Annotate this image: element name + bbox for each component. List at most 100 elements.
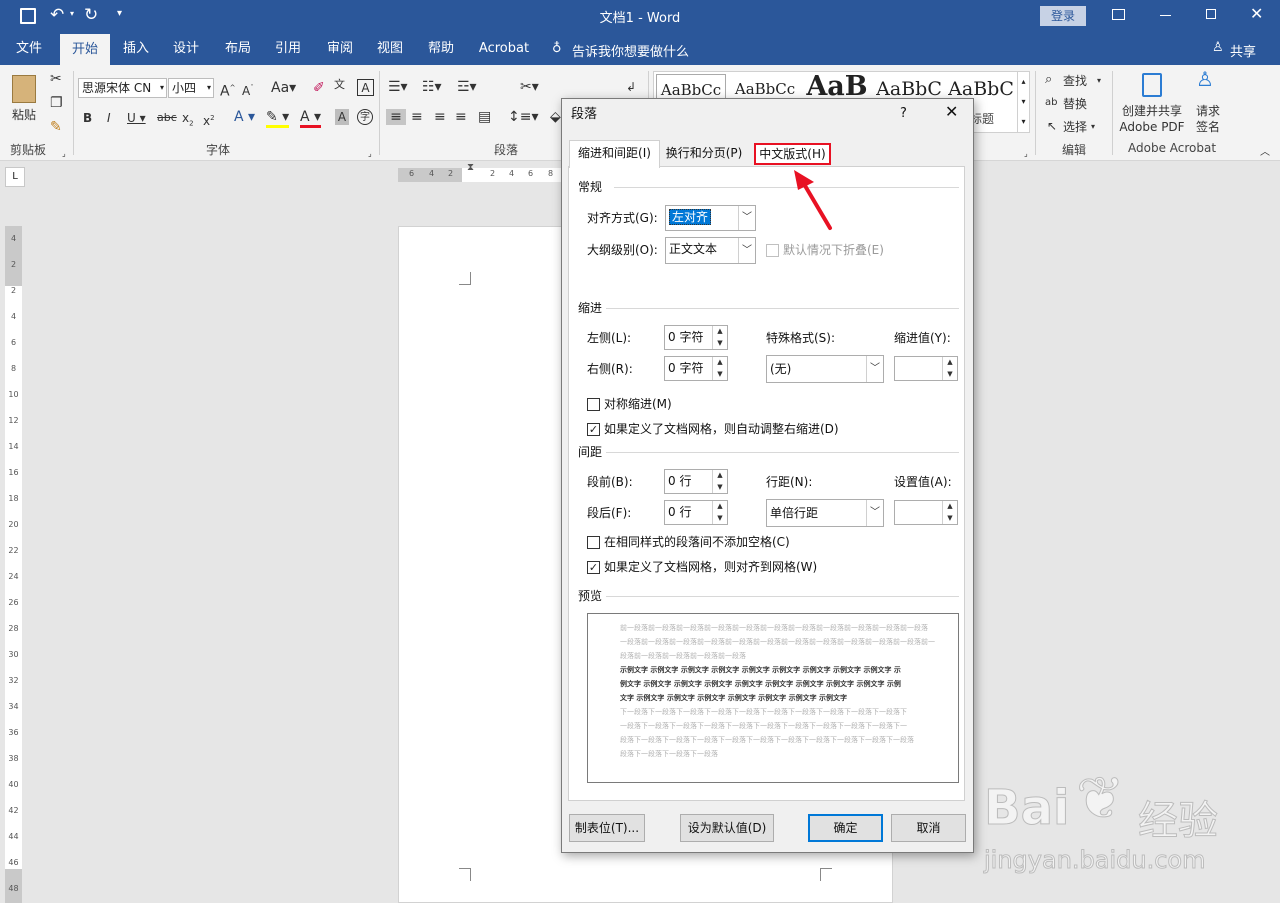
undo-icon[interactable]: ↶ xyxy=(50,5,64,25)
tab-file[interactable]: 文件 xyxy=(6,33,52,65)
indent-by-spinner[interactable]: ▲ ▼ xyxy=(942,357,957,380)
tab-design[interactable]: 设计 xyxy=(164,33,208,65)
italic-icon[interactable]: I xyxy=(107,110,111,126)
help-button[interactable]: ? xyxy=(900,106,907,122)
clear-formatting-icon[interactable]: ✐ xyxy=(313,80,325,96)
bullets-icon[interactable]: ☰▾ xyxy=(388,79,408,95)
cancel-button[interactable]: 取消 xyxy=(891,814,966,842)
sort-icon[interactable]: ↲ xyxy=(626,79,636,95)
tab-help[interactable]: 帮助 xyxy=(418,33,464,65)
collapse-ribbon-icon[interactable]: ︿ xyxy=(1260,145,1270,161)
right-indent-spinner[interactable]: ▲ ▼ xyxy=(712,357,727,380)
select-button[interactable]: 选择 xyxy=(1063,119,1087,135)
clipboard-launcher-icon[interactable]: ⌟ xyxy=(62,146,66,162)
spacing-before-input[interactable]: 0 行 ▲ ▼ xyxy=(664,469,728,494)
indent-marker-icon[interactable]: ⧗ xyxy=(467,162,474,173)
superscript-icon[interactable]: x2 xyxy=(203,110,215,129)
customize-toolbar-icon[interactable]: ▾ xyxy=(117,8,122,19)
bold-icon[interactable]: B xyxy=(83,110,92,126)
replace-icon[interactable]: ab xyxy=(1045,95,1057,111)
spacing-after-input[interactable]: 0 行 ▲ ▼ xyxy=(664,500,728,525)
special-indent-select[interactable]: (无) ﹀ xyxy=(766,355,884,383)
tab-insert[interactable]: 插入 xyxy=(114,33,158,65)
undo-dropdown-icon[interactable]: ▾ xyxy=(70,9,74,18)
find-icon[interactable]: ⌕ xyxy=(1045,72,1052,88)
styles-scroll[interactable]: ▴ ▾ ▾ xyxy=(1017,71,1030,133)
tab-acrobat[interactable]: Acrobat xyxy=(474,33,534,65)
tab-home[interactable]: 开始 xyxy=(60,34,110,65)
find-dropdown-icon[interactable]: ▾ xyxy=(1097,73,1101,89)
right-indent-input[interactable]: 0 字符 ▲ ▼ xyxy=(664,356,728,381)
tabs-button[interactable]: 制表位(T)... xyxy=(569,814,645,842)
tab-layout[interactable]: 布局 xyxy=(216,33,260,65)
no-space-checkbox[interactable] xyxy=(587,536,600,549)
phonetic-guide-icon[interactable]: 文 xyxy=(334,77,345,93)
close-icon[interactable]: ✕ xyxy=(1250,4,1263,23)
paste-icon[interactable] xyxy=(12,75,36,103)
font-size-box[interactable]: 小四 ▾ xyxy=(168,78,214,98)
ribbon-display-options-icon[interactable] xyxy=(1112,9,1125,20)
collapse-checkbox[interactable] xyxy=(766,244,779,257)
change-case-icon[interactable]: Aa▾ xyxy=(271,80,296,96)
tell-me-search[interactable]: 告诉我你想要做什么 xyxy=(572,41,689,60)
enclose-characters-icon[interactable]: 字 xyxy=(357,109,373,125)
create-pdf-button[interactable]: 创建并共享 Adobe PDF xyxy=(1119,103,1185,135)
spacing-after-spinner[interactable]: ▲ ▼ xyxy=(712,501,727,524)
numbering-icon[interactable]: ☷▾ xyxy=(422,79,442,95)
tab-view[interactable]: 视图 xyxy=(368,33,412,65)
replace-button[interactable]: 替换 xyxy=(1063,96,1087,112)
tab-asian-typography[interactable]: 中文版式(H) xyxy=(754,143,831,165)
spacing-at-spinner[interactable]: ▲ ▼ xyxy=(942,501,957,524)
tab-review[interactable]: 审阅 xyxy=(318,33,362,65)
character-shading-icon[interactable]: A xyxy=(335,109,349,125)
restore-icon[interactable] xyxy=(1206,9,1216,19)
auto-adjust-checkbox[interactable]: ✓ xyxy=(587,423,600,436)
shading-icon[interactable]: ⬙ xyxy=(550,109,561,125)
find-button[interactable]: 查找 xyxy=(1063,73,1087,89)
outline-level-select[interactable]: 正文文本 ﹀ xyxy=(665,237,756,264)
font-launcher-icon[interactable]: ⌟ xyxy=(368,146,372,162)
vertical-ruler[interactable]: 4 2 2 4 6 8 10 12 14 16 18 20 22 24 26 28 30 32 34 36 38 40 42… xyxy=(5,226,22,903)
shrink-font-icon[interactable]: Aˇ xyxy=(242,80,254,99)
line-spacing-select[interactable]: 单倍行距 ﹀ xyxy=(766,499,884,527)
font-color-icon[interactable]: A ▾ xyxy=(300,109,322,128)
font-name-box[interactable]: 思源宋体 CN ▾ xyxy=(78,78,167,98)
copy-icon[interactable]: ❐ xyxy=(50,95,63,111)
request-signature-button[interactable]: 请求 签名 xyxy=(1192,103,1224,135)
save-icon[interactable] xyxy=(20,8,36,24)
alignment-select[interactable]: 左对齐 ﹀ xyxy=(665,205,756,231)
subscript-icon[interactable]: x2 xyxy=(182,110,194,131)
share-button[interactable]: 共享 xyxy=(1230,41,1256,60)
snap-grid-checkbox[interactable]: ✓ xyxy=(587,561,600,574)
left-indent-spinner[interactable]: ▲ ▼ xyxy=(712,326,727,349)
set-default-button[interactable]: 设为默认值(D) xyxy=(680,814,774,842)
dialog-close-icon[interactable]: ✕ xyxy=(945,104,958,120)
create-pdf-icon[interactable] xyxy=(1142,73,1162,97)
format-painter-icon[interactable]: ✎ xyxy=(50,119,62,135)
request-signature-icon[interactable]: ♙ xyxy=(1196,69,1214,89)
character-border-icon[interactable]: A xyxy=(357,79,374,96)
align-left-icon[interactable]: ≡ xyxy=(386,109,406,125)
left-indent-input[interactable]: 0 字符 ▲ ▼ xyxy=(664,325,728,350)
highlight-icon[interactable]: ✎ ▾ xyxy=(266,109,290,128)
justify-icon[interactable]: ≡ xyxy=(455,109,467,125)
minimize-icon[interactable] xyxy=(1160,15,1171,16)
ok-button[interactable]: 确定 xyxy=(808,814,883,842)
align-right-icon[interactable]: ≡ xyxy=(434,109,446,125)
multilevel-list-icon[interactable]: ☲▾ xyxy=(457,79,477,95)
tab-indents-spacing[interactable]: 缩进和间距(I) xyxy=(569,140,660,168)
mirror-indents-checkbox[interactable] xyxy=(587,398,600,411)
spacing-before-spinner[interactable]: ▲ ▼ xyxy=(712,470,727,493)
login-button[interactable]: 登录 xyxy=(1040,6,1086,26)
select-dropdown-icon[interactable]: ▾ xyxy=(1091,119,1095,135)
strikethrough-icon[interactable]: abc xyxy=(157,110,177,126)
tab-line-page-breaks[interactable]: 换行和分页(P) xyxy=(662,141,746,167)
tab-references[interactable]: 引用 xyxy=(266,33,310,65)
select-icon[interactable]: ↖ xyxy=(1047,118,1057,134)
chinese-layout-icon[interactable]: ✂▾ xyxy=(520,79,539,95)
underline-icon[interactable]: U ▾ xyxy=(127,110,146,126)
paste-button[interactable]: 粘贴 xyxy=(12,107,36,123)
cut-icon[interactable]: ✂ xyxy=(50,71,62,87)
align-center-icon[interactable]: ≡ xyxy=(411,109,423,125)
line-spacing-icon[interactable]: ↕≡▾ xyxy=(508,109,539,125)
